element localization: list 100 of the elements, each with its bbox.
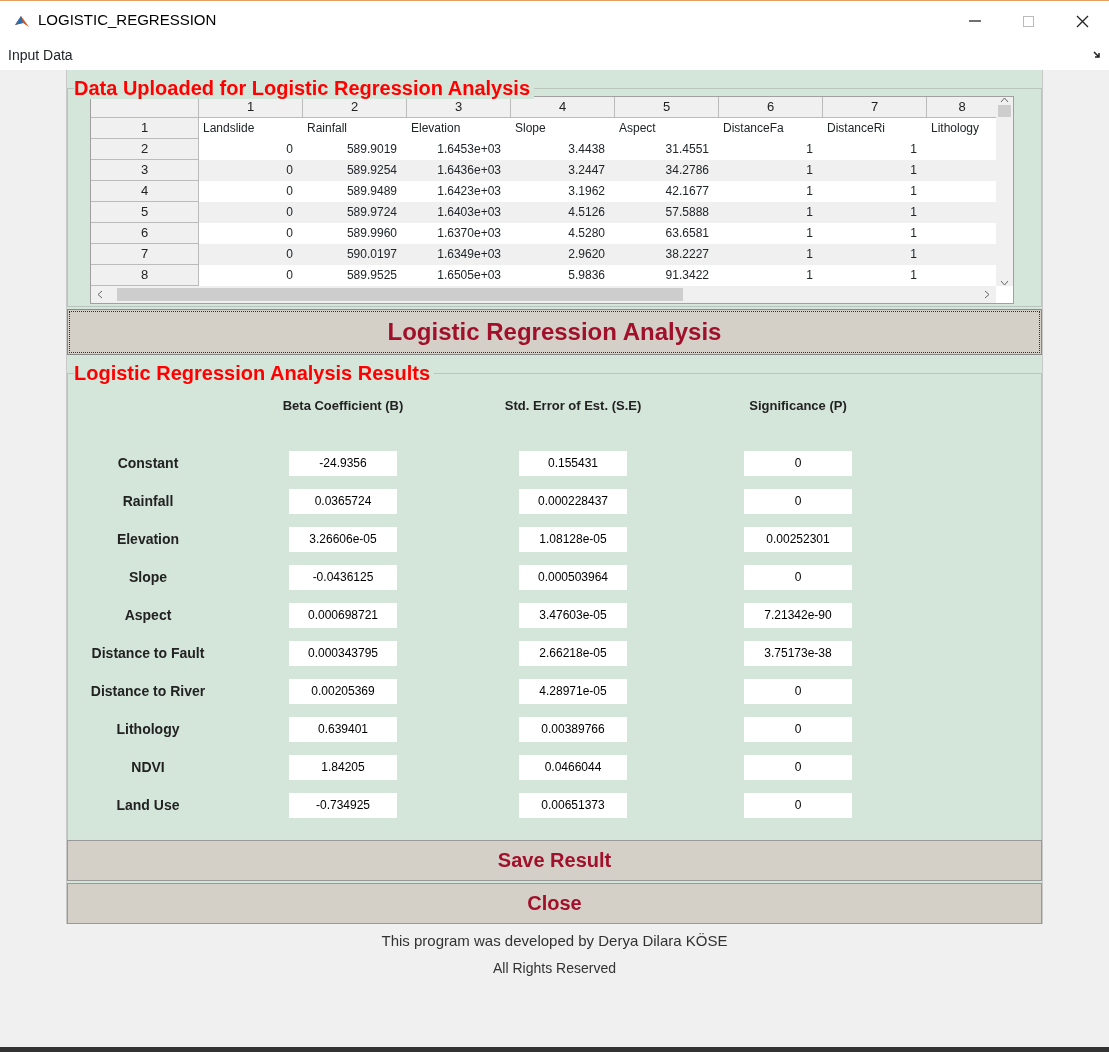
arrow-icon[interactable] bbox=[1093, 51, 1101, 59]
value-field[interactable]: -0.734925 bbox=[289, 792, 397, 818]
value-field[interactable]: 3.47603e-05 bbox=[519, 602, 627, 628]
column-header: Significance (P) bbox=[748, 397, 848, 415]
table-cell-text: 0 bbox=[285, 183, 294, 200]
table-cell: 1.6436e+03 bbox=[407, 160, 511, 181]
table-cell-text: Aspect bbox=[618, 120, 657, 137]
table-cell: 4.5126 bbox=[511, 202, 615, 223]
row-header[interactable]: 6 bbox=[91, 223, 199, 244]
row-label: Land Use bbox=[115, 795, 181, 815]
close-button[interactable]: Close bbox=[67, 882, 1042, 924]
value-field[interactable]: 3.26606e-05 bbox=[289, 526, 397, 552]
analyze-button[interactable]: Logistic Regression Analysis bbox=[67, 309, 1042, 355]
value-field[interactable]: 0.000228437 bbox=[519, 488, 627, 514]
row-header[interactable]: 1 bbox=[91, 118, 199, 139]
value-field[interactable]: 0.0466044 bbox=[519, 754, 627, 780]
table-cell-text: 1 bbox=[909, 225, 918, 242]
value-field[interactable]: 0 bbox=[744, 488, 852, 514]
table-cell-text: Slope bbox=[514, 120, 547, 137]
table-cell-text: 3.1962 bbox=[567, 183, 606, 200]
row-header[interactable]: 7 bbox=[91, 244, 199, 265]
row-header[interactable]: 4 bbox=[91, 181, 199, 202]
row-label: Slope bbox=[127, 567, 169, 587]
table-cell-text: 1 bbox=[909, 267, 918, 284]
value-field[interactable]: 0.0365724 bbox=[289, 488, 397, 514]
value-field[interactable]: 0.00651373 bbox=[519, 792, 627, 818]
value-field[interactable]: 0 bbox=[744, 754, 852, 780]
value-field[interactable]: -24.9356 bbox=[289, 450, 397, 476]
table-cell-text: 1 bbox=[909, 183, 918, 200]
value-field[interactable]: 0 bbox=[744, 716, 852, 742]
row-header[interactable]: 2 bbox=[91, 139, 199, 160]
table-cell: 589.9724 bbox=[303, 202, 407, 223]
value-field[interactable]: 0 bbox=[744, 450, 852, 476]
table-cell-text: 589.9489 bbox=[345, 183, 398, 200]
table-cell: 1 bbox=[823, 160, 927, 181]
row-header[interactable]: 8 bbox=[91, 265, 199, 286]
table-cell-text: 1 bbox=[909, 141, 918, 158]
row-label: Lithology bbox=[115, 719, 181, 739]
panel-title: Logistic Regression Analysis Results bbox=[74, 362, 435, 384]
row-header[interactable]: 5 bbox=[91, 202, 199, 223]
value-field[interactable]: 0.000503964 bbox=[519, 564, 627, 590]
row-header[interactable]: 3 bbox=[91, 160, 199, 181]
table-cell-text: 0 bbox=[285, 225, 294, 242]
value-field[interactable]: -0.0436125 bbox=[289, 564, 397, 590]
scroll-right-icon[interactable] bbox=[984, 290, 990, 299]
credit-text: This program was developed by Derya Dilara KÖSE bbox=[381, 930, 728, 951]
table-cell-text: 0 bbox=[285, 141, 294, 158]
row-label: Constant bbox=[116, 453, 180, 473]
value-field[interactable]: 0.000698721 bbox=[289, 602, 397, 628]
value-field[interactable]: 1.08128e-05 bbox=[519, 526, 627, 552]
value-field[interactable]: 4.28971e-05 bbox=[519, 678, 627, 704]
table-cell-text: 1 bbox=[805, 225, 814, 242]
scrollbar-thumb[interactable] bbox=[998, 105, 1011, 117]
value-field[interactable]: 0.00205369 bbox=[289, 678, 397, 704]
close-icon[interactable] bbox=[1075, 14, 1089, 28]
value-field[interactable]: 7.21342e-90 bbox=[744, 602, 852, 628]
scroll-up-icon[interactable] bbox=[1000, 97, 1009, 103]
table-cell-text: 63.6581 bbox=[664, 225, 710, 242]
table-cell: 1 bbox=[719, 244, 823, 265]
scroll-left-icon[interactable] bbox=[97, 290, 103, 299]
value-field[interactable]: 0 bbox=[744, 792, 852, 818]
table-cell-text: 91.3422 bbox=[664, 267, 710, 284]
row-label: Distance to Fault bbox=[90, 643, 206, 663]
value-field[interactable]: 0.00389766 bbox=[519, 716, 627, 742]
column-header[interactable]: 6 bbox=[719, 97, 823, 118]
row-label: NDVI bbox=[130, 757, 166, 777]
table-cell: 34.2786 bbox=[615, 160, 719, 181]
table-cell-text: 42.1677 bbox=[664, 183, 710, 200]
value-field[interactable]: 0.639401 bbox=[289, 716, 397, 742]
scroll-down-icon[interactable] bbox=[1000, 280, 1009, 286]
scrollbar-thumb[interactable] bbox=[117, 288, 683, 301]
table-cell-text: 31.4551 bbox=[664, 141, 710, 158]
table-cell-text: 0 bbox=[285, 267, 294, 284]
value-field[interactable]: 3.75173e-38 bbox=[744, 640, 852, 666]
value-field[interactable]: 0 bbox=[744, 678, 852, 704]
value-field[interactable]: 0.155431 bbox=[519, 450, 627, 476]
table-cell-text: 1 bbox=[805, 267, 814, 284]
table-cell-text: Rainfall bbox=[306, 120, 349, 137]
table-cell: 2.9620 bbox=[511, 244, 615, 265]
column-header[interactable]: 7 bbox=[823, 97, 927, 118]
table-cell-text: 5.9836 bbox=[567, 267, 606, 284]
column-header: Std. Error of Est. (S.E) bbox=[503, 397, 643, 415]
table-cell: 0 bbox=[199, 160, 303, 181]
table-cell-text: 1 bbox=[805, 183, 814, 200]
value-field[interactable]: 2.66218e-05 bbox=[519, 640, 627, 666]
value-field[interactable]: 1.84205 bbox=[289, 754, 397, 780]
table-cell-text: 589.9019 bbox=[345, 141, 398, 158]
save-button[interactable]: Save Result bbox=[67, 839, 1042, 881]
copyright-text: All Rights Reserved bbox=[493, 959, 616, 978]
value-field[interactable]: 0.000343795 bbox=[289, 640, 397, 666]
column-header[interactable]: 5 bbox=[615, 97, 719, 118]
table-cell: 1 bbox=[719, 160, 823, 181]
value-field[interactable]: 0.00252301 bbox=[744, 526, 852, 552]
table-cell-text: 1.6423e+03 bbox=[436, 183, 502, 200]
column-header[interactable]: 4 bbox=[511, 97, 615, 118]
table-cell-text: 589.9525 bbox=[345, 267, 398, 284]
column-header[interactable]: 8 bbox=[927, 97, 996, 118]
value-field[interactable]: 0 bbox=[744, 564, 852, 590]
table-cell: 3.2447 bbox=[511, 160, 615, 181]
menu-item[interactable]: Input Data bbox=[8, 44, 73, 66]
